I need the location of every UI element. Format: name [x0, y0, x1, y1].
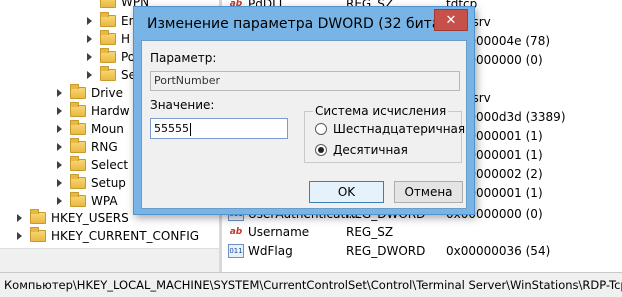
- radio-hex-label: Шестнадцатеричная: [333, 122, 466, 136]
- expand-arrow-icon[interactable]: [55, 160, 65, 170]
- tree-item-label: HKEY_USERS: [51, 210, 129, 225]
- status-bar: Компьютер\HKEY_LOCAL_MACHINE\SYSTEM\Curr…: [0, 272, 622, 297]
- folder-icon: [70, 119, 86, 135]
- tree-item[interactable]: Hardw: [55, 101, 130, 120]
- value-label: Значение:: [150, 98, 215, 112]
- tree-item[interactable]: Moun: [55, 119, 124, 138]
- expand-arrow-icon[interactable]: [55, 142, 65, 152]
- tree-item[interactable]: Se: [85, 65, 136, 84]
- folder-icon: [30, 208, 46, 224]
- radix-group-label: Система исчисления: [313, 104, 449, 118]
- dialog-title: Изменение параметра DWORD (32 бита): [147, 16, 446, 32]
- tree-item-label: HKEY_CURRENT_CONFIG: [51, 228, 200, 243]
- tree-item-label: WPA: [91, 193, 118, 208]
- value-input[interactable]: 55555: [150, 118, 288, 139]
- tree-item-label: Select: [91, 157, 129, 172]
- radio-dec-label: Десятичная: [333, 143, 408, 157]
- param-label: Параметр:: [150, 51, 217, 65]
- param-name-field: PortNumber: [150, 71, 460, 91]
- expand-arrow-icon[interactable]: [85, 70, 95, 80]
- status-bar-path: Компьютер\HKEY_LOCAL_MACHINE\SYSTEM\Curr…: [4, 278, 622, 292]
- expand-arrow-icon[interactable]: [85, 16, 95, 26]
- folder-icon: [100, 29, 116, 45]
- folder-icon: [70, 101, 86, 117]
- folder-icon: [30, 226, 46, 242]
- tree-item[interactable]: RNG: [55, 137, 118, 156]
- tree-item[interactable]: H: [85, 29, 130, 48]
- ok-button[interactable]: OK: [309, 181, 384, 203]
- close-button[interactable]: ✕: [434, 9, 468, 31]
- tree-item[interactable]: Po: [85, 47, 135, 66]
- string-value-icon: ab: [229, 226, 243, 237]
- tree-item-label: Setup: [91, 175, 126, 190]
- tree-item[interactable]: En: [85, 11, 136, 30]
- expand-arrow-icon[interactable]: [55, 178, 65, 188]
- tree-item[interactable]: Drive: [55, 83, 123, 102]
- folder-icon: [70, 155, 86, 171]
- folder-icon: [100, 0, 116, 8]
- value-data: 0x00000036 (54): [446, 243, 551, 258]
- expand-arrow-icon[interactable]: [55, 88, 65, 98]
- tree-item-label: RNG: [91, 139, 118, 154]
- expand-arrow-icon[interactable]: [55, 124, 65, 134]
- tree-item-label: Moun: [91, 121, 124, 136]
- text-caret: [190, 122, 191, 136]
- folder-icon: [70, 83, 86, 99]
- tree-item-label: Hardw: [91, 103, 130, 118]
- folder-icon: [70, 173, 86, 189]
- radio-dec-circle[interactable]: [315, 144, 327, 156]
- value-name: Username: [248, 224, 310, 239]
- dword-value-icon: 011: [228, 243, 244, 258]
- expand-arrow-icon[interactable]: [55, 196, 65, 206]
- value-input-text: 55555: [154, 122, 189, 135]
- radio-hex-circle[interactable]: [315, 123, 327, 135]
- radio-hex[interactable]: Шестнадцатеричная: [315, 122, 465, 136]
- tree-item[interactable]: Setup: [55, 173, 126, 192]
- value-row[interactable]: 011 WdFlag REG_DWORD 0x00000036 (54): [222, 241, 622, 260]
- edit-dword-dialog: Изменение параметра DWORD (32 бита) ✕ Па…: [133, 6, 475, 215]
- value-type: REG_DWORD: [346, 243, 426, 258]
- radix-group: Система исчисления Шестнадцатеричная Дес…: [304, 104, 465, 163]
- dialog-body: Параметр: PortNumber Значение: 55555 Сис…: [141, 40, 467, 209]
- expand-arrow-icon[interactable]: [55, 106, 65, 116]
- value-name: WdFlag: [248, 243, 293, 258]
- expand-arrow-icon[interactable]: [85, 34, 95, 44]
- folder-icon: [100, 47, 116, 63]
- value-type: REG_SZ: [346, 224, 394, 239]
- tree-item[interactable]: HKEY_CURRENT_CONFIG: [15, 226, 199, 245]
- tree-horizontal-scrollbar[interactable]: [0, 248, 219, 272]
- radio-dec[interactable]: Десятичная: [315, 143, 408, 157]
- close-icon: ✕: [445, 12, 457, 28]
- tree-item-label: H: [121, 31, 131, 46]
- folder-icon: [100, 65, 116, 81]
- tree-item-label: Drive: [91, 85, 123, 100]
- tree-item[interactable]: HKEY_USERS: [15, 208, 129, 227]
- expand-arrow-icon[interactable]: [15, 213, 25, 223]
- expand-arrow-icon[interactable]: [85, 52, 95, 62]
- folder-icon: [70, 137, 86, 153]
- cancel-button[interactable]: Отмена: [394, 181, 463, 203]
- folder-icon: [100, 11, 116, 27]
- value-row[interactable]: ab Username REG_SZ: [222, 222, 622, 241]
- expand-arrow-icon[interactable]: [15, 231, 25, 241]
- folder-icon: [70, 191, 86, 207]
- tree-item[interactable]: Select: [55, 155, 128, 174]
